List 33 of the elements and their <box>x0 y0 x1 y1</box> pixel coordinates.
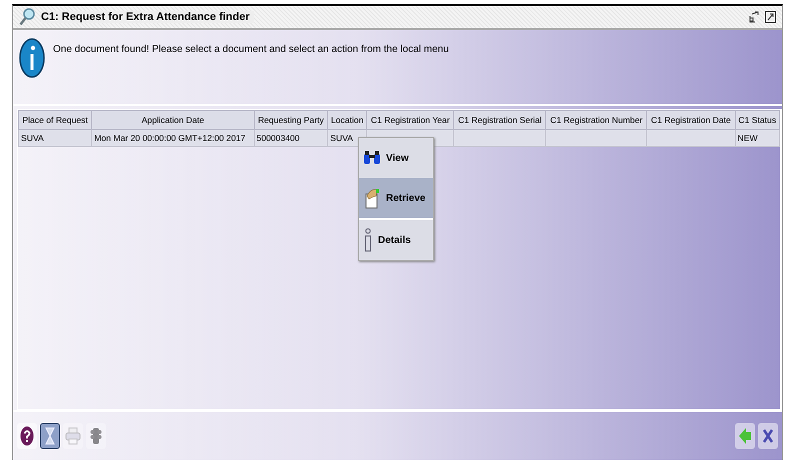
column-header[interactable]: Application Date <box>92 110 254 130</box>
help-button[interactable] <box>17 423 37 449</box>
table-cell: Mon Mar 20 00:00:00 GMT+12:00 2017 <box>92 130 254 146</box>
column-header[interactable]: C1 Registration Serial <box>454 110 546 130</box>
maximize-icon[interactable] <box>765 11 776 23</box>
traffic-light-icon <box>90 427 102 445</box>
table-cell: 500003400 <box>254 130 328 146</box>
document-hand-icon <box>363 187 381 209</box>
status-message: One document found! Please select a document and select an action from the local menu <box>53 44 449 55</box>
column-header[interactable]: Location <box>328 110 367 130</box>
back-arrow-icon <box>738 427 752 445</box>
info-icon <box>19 38 45 78</box>
hourglass-icon <box>45 427 55 445</box>
hourglass-button[interactable] <box>40 423 60 449</box>
window-title: C1: Request for Extra Attendance finder <box>41 11 254 23</box>
column-header[interactable]: C1 Status <box>735 110 780 130</box>
close-icon <box>762 428 774 444</box>
printer-icon <box>65 427 81 445</box>
help-icon <box>20 426 34 446</box>
menu-item[interactable]: Details <box>359 220 433 260</box>
table-cell: SUVA <box>18 130 92 146</box>
magnifier-icon <box>19 8 35 26</box>
binoculars-icon <box>363 151 381 165</box>
column-header[interactable]: Requesting Party <box>254 110 328 130</box>
column-header[interactable]: Place of Request <box>18 110 92 130</box>
column-header[interactable]: C1 Registration Date <box>646 110 735 130</box>
column-header[interactable]: C1 Registration Number <box>546 110 647 130</box>
detach-icon[interactable] <box>749 11 759 23</box>
close-button[interactable] <box>758 423 778 449</box>
column-header[interactable]: C1 Registration Year <box>366 110 454 130</box>
table-cell: NEW <box>735 130 780 146</box>
menu-item[interactable]: Retrieve <box>359 178 433 218</box>
info-icon <box>363 228 373 252</box>
